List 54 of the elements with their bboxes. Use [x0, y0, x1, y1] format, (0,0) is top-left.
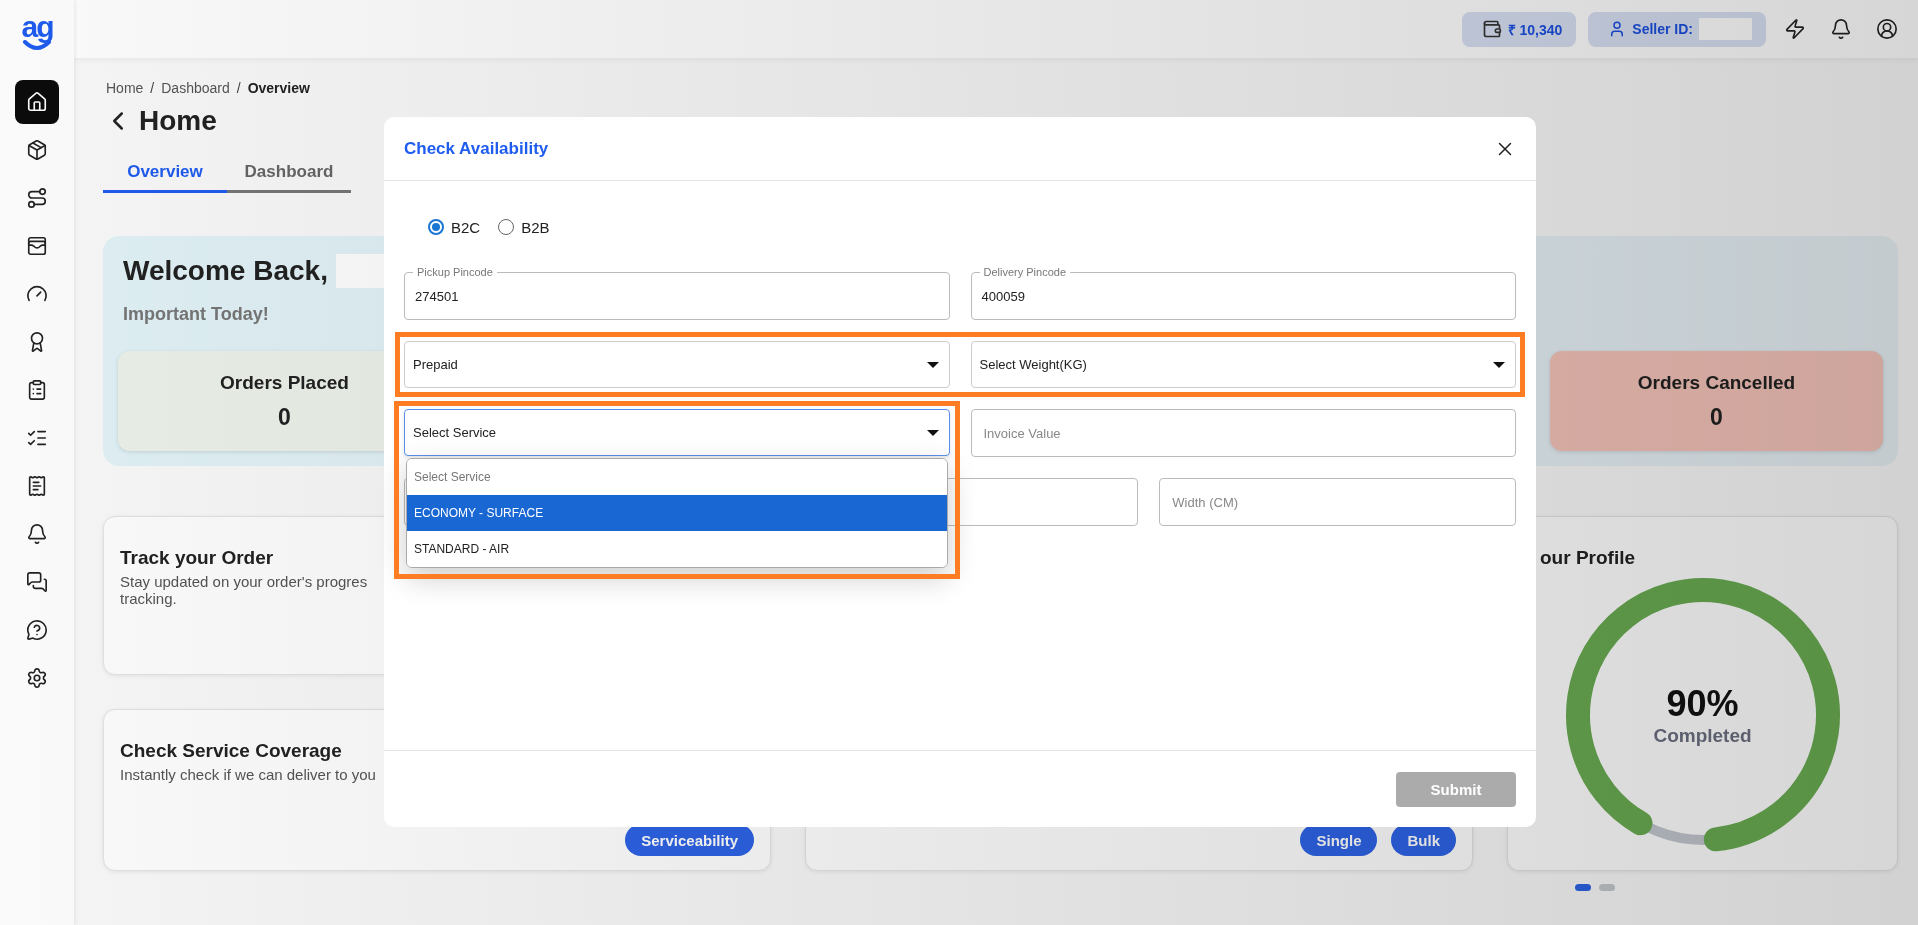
receipt-icon [26, 475, 48, 497]
card-text: Instantly check if we can deliver to you [120, 766, 376, 783]
seller-id-label: Seller ID: [1632, 21, 1693, 37]
breadcrumb-link[interactable]: Dashboard [161, 80, 230, 96]
card-text: tracking. [120, 590, 177, 607]
settings-icon [26, 667, 48, 689]
percent-text: 90% [1666, 683, 1739, 725]
tab[interactable]: Overview [103, 153, 227, 193]
dropdown-option[interactable]: ECONOMY - SURFACE [407, 495, 947, 531]
card-title: Track your Order [120, 547, 274, 569]
stat-label: Orders Placed [220, 371, 349, 394]
route-icon [26, 187, 48, 209]
page-title: Home [139, 105, 217, 137]
help-icon [26, 619, 48, 641]
caret-icon [1493, 361, 1505, 368]
greeting-text: Welcome Back, [123, 255, 328, 287]
wallet-balance-chip[interactable]: ₹ 10,340 [1461, 11, 1577, 47]
caption-text: Completed [1653, 725, 1752, 747]
breadcrumb-link[interactable]: Overview [247, 80, 310, 96]
wallet-icon [1481, 19, 1502, 39]
caret-icon [926, 429, 939, 436]
card-title: Check Service Coverage [120, 740, 342, 762]
radio-option[interactable]: B2B [498, 218, 550, 236]
card-text: Stay updated on your order's progres [120, 573, 368, 590]
breadcrumb-separator: / [150, 80, 155, 96]
input-field[interactable]: Invoice Value [970, 409, 1516, 457]
caret-icon [926, 361, 939, 368]
breadcrumb-separator: / [236, 80, 241, 96]
select-dropdown[interactable]: Select Weight(KG) [970, 341, 1516, 388]
chat-icon [26, 571, 48, 593]
radio-option[interactable]: B2C [428, 218, 481, 236]
subtitle-text: Important Today! [123, 304, 269, 325]
sidebar-item[interactable] [15, 80, 59, 124]
radio-button[interactable] [428, 219, 444, 235]
stat-value: 0 [278, 403, 291, 431]
seller-id-chip[interactable]: Seller ID: [1588, 11, 1766, 47]
select-dropdown[interactable]: Prepaid [404, 341, 950, 388]
wallet-icon [26, 235, 48, 257]
bell-icon [26, 523, 48, 545]
dropdown-option[interactable]: STANDARD - AIR [407, 531, 947, 567]
input-field[interactable]: Width (CM) [1159, 478, 1516, 526]
card-title: our Profile [1540, 547, 1635, 569]
tab[interactable]: Dashboard [227, 153, 351, 193]
clipboard-icon [26, 379, 48, 401]
breadcrumb-link[interactable]: Home [106, 80, 144, 96]
select-dropdown[interactable]: Select Service [404, 409, 950, 456]
home-icon [26, 91, 48, 113]
stat-label: Orders Cancelled [1637, 371, 1796, 394]
package-icon [26, 139, 48, 161]
modal-title: Check Availability [404, 138, 549, 159]
stat-value: 0 [1710, 403, 1723, 431]
balance-text: ₹ 10,340 [1507, 20, 1563, 39]
logo[interactable]: ag [21, 14, 53, 54]
redacted-block [1699, 18, 1752, 40]
